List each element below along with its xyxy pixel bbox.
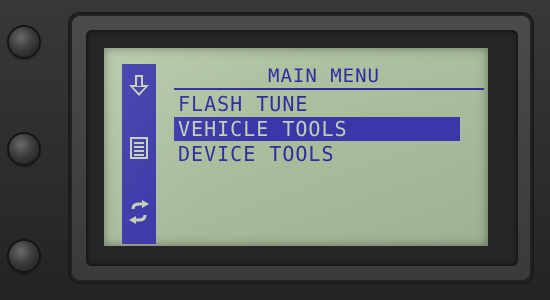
menu-item-vehicle-tools[interactable]: VEHICLE TOOLS xyxy=(174,117,460,141)
side-button-middle[interactable] xyxy=(9,134,39,164)
download-arrow-icon[interactable] xyxy=(122,66,156,106)
side-button-bottom[interactable] xyxy=(9,241,39,271)
title-divider xyxy=(174,88,484,90)
lcd-screen: MAIN MENU FLASH TUNE VEHICLE TOOLS DEVIC… xyxy=(104,48,488,246)
menu-item-device-tools[interactable]: DEVICE TOOLS xyxy=(174,142,460,166)
icon-sidebar xyxy=(122,64,156,244)
list-document-icon[interactable] xyxy=(122,128,156,168)
menu-item-flash-tune[interactable]: FLASH TUNE xyxy=(174,92,460,116)
side-button-top[interactable] xyxy=(9,27,39,57)
refresh-cycle-icon[interactable] xyxy=(122,192,156,232)
menu-title: MAIN MENU xyxy=(268,65,380,87)
